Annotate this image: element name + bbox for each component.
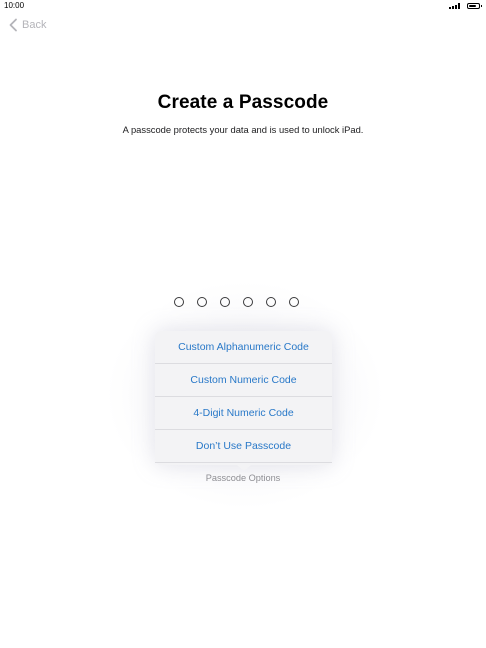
passcode-dot: [220, 297, 230, 307]
passcode-options-button[interactable]: Passcode Options: [0, 473, 486, 483]
page-subtitle: A passcode protects your data and is use…: [122, 124, 364, 135]
four-digit-numeric-code-option[interactable]: 4-Digit Numeric Code: [155, 397, 332, 430]
passcode-dot: [289, 297, 299, 307]
back-button[interactable]: Back: [7, 18, 46, 32]
battery-icon: [467, 3, 482, 9]
back-label: Back: [22, 19, 47, 31]
status-bar: 10:00: [0, 0, 486, 12]
custom-alphanumeric-code-option[interactable]: Custom Alphanumeric Code: [155, 331, 332, 364]
custom-numeric-code-option[interactable]: Custom Numeric Code: [155, 364, 332, 397]
page-title: Create a Passcode: [157, 92, 329, 113]
status-time: 10:00: [4, 1, 25, 10]
passcode-options-popover: Custom Alphanumeric Code Custom Numeric …: [155, 331, 332, 471]
signal-icon: [449, 3, 460, 9]
status-icons: [449, 2, 482, 10]
passcode-dot: [243, 297, 253, 307]
passcode-dots: [174, 297, 299, 307]
chevron-left-icon: [9, 18, 17, 32]
passcode-dot: [174, 297, 184, 307]
dont-use-passcode-option[interactable]: Don’t Use Passcode: [155, 430, 332, 463]
passcode-dot: [266, 297, 276, 307]
popover-arrow: [237, 465, 251, 471]
passcode-dot: [197, 297, 207, 307]
